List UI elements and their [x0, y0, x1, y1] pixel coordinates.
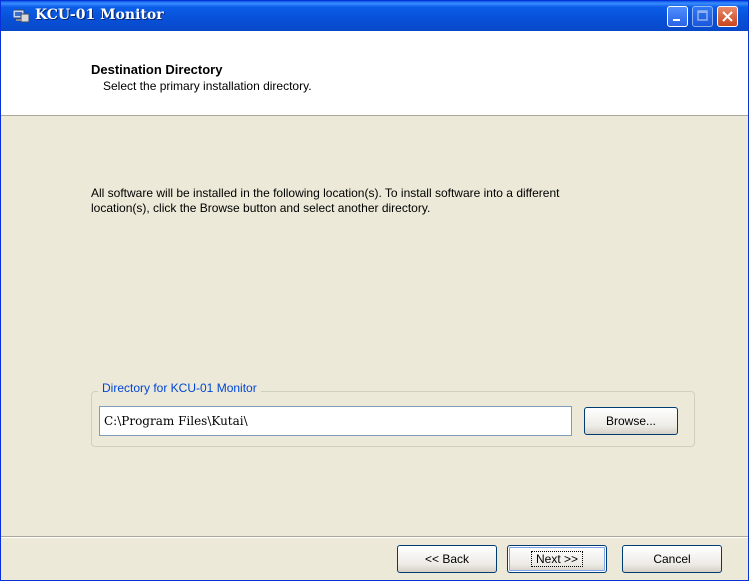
minimize-button[interactable]	[667, 6, 688, 27]
page-subtitle: Select the primary installation director…	[103, 79, 312, 93]
browse-button[interactable]: Browse...	[584, 407, 678, 435]
minimize-icon	[673, 19, 680, 21]
next-button-label: Next >>	[530, 551, 584, 567]
window-title: KCU-01 Monitor	[35, 7, 164, 23]
close-icon	[722, 11, 733, 22]
maximize-icon	[697, 10, 708, 21]
close-button[interactable]	[717, 6, 738, 27]
next-button[interactable]: Next >>	[507, 545, 607, 573]
instruction-text: All software will be installed in the fo…	[91, 186, 560, 215]
cancel-button-label: Cancel	[653, 552, 691, 566]
back-button-label: << Back	[424, 552, 470, 566]
installer-window: KCU-01 Monitor Destination Directory Sel…	[0, 0, 749, 581]
app-icon	[12, 9, 30, 23]
directory-group-label: Directory for KCU-01 Monitor	[98, 381, 261, 395]
cancel-button[interactable]: Cancel	[622, 545, 722, 573]
page-title: Destination Directory	[91, 62, 223, 77]
back-button[interactable]: << Back	[397, 545, 497, 573]
title-bar[interactable]: KCU-01 Monitor	[1, 1, 748, 31]
maximize-button[interactable]	[692, 6, 713, 27]
directory-path-input[interactable]	[99, 406, 572, 436]
footer-separator-highlight	[1, 537, 748, 538]
wizard-header: Destination Directory Select the primary…	[1, 31, 748, 116]
